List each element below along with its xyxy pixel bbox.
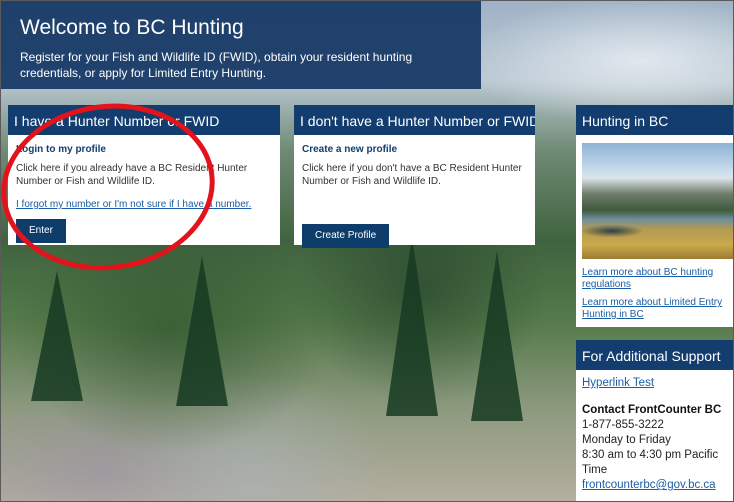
create-card: I don't have a Hunter Number or FWID Cre… (294, 105, 535, 248)
hunting-landscape-image (582, 143, 733, 259)
background-tree (176, 256, 228, 406)
hunting-panel-heading: Hunting in BC (576, 105, 733, 135)
welcome-banner: Welcome to BC Hunting Register for your … (1, 1, 481, 89)
welcome-description: Register for your Fish and Wildlife ID (… (20, 50, 413, 80)
background-tree (31, 271, 83, 401)
contact-days: Monday to Friday (582, 434, 671, 446)
page-background: Welcome to BC Hunting Register for your … (0, 0, 734, 502)
create-card-subheading: Create a new profile (302, 144, 398, 155)
create-profile-button[interactable]: Create Profile (302, 224, 390, 248)
hyperlink-test-link[interactable]: Hyperlink Test (582, 376, 729, 391)
hunting-panel: Hunting in BC Learn more about BC huntin… (576, 105, 733, 327)
contact-hours: 8:30 am to 4:30 pm Pacific Time (582, 449, 719, 476)
limited-entry-hunting-link[interactable]: Learn more about Limited Entry Hunting i… (582, 297, 729, 321)
support-panel: For Additional Support Hyperlink Test Co… (576, 340, 733, 501)
support-panel-heading: For Additional Support (576, 340, 733, 370)
bc-hunting-regulations-link[interactable]: Learn more about BC hunting regulations (582, 267, 729, 291)
contact-email-link[interactable]: frontcounterbc@gov.bc.ca (582, 478, 729, 493)
background-tree (386, 236, 438, 416)
contact-phone: 1-877-855-3222 (582, 419, 664, 431)
create-card-text: Click here if you don't have a BC Reside… (302, 163, 522, 187)
background-tree (471, 251, 523, 421)
page-title: Welcome to BC Hunting (20, 16, 244, 39)
create-card-heading: I don't have a Hunter Number or FWID (294, 105, 535, 135)
contact-title: Contact FrontCounter BC (582, 404, 722, 416)
